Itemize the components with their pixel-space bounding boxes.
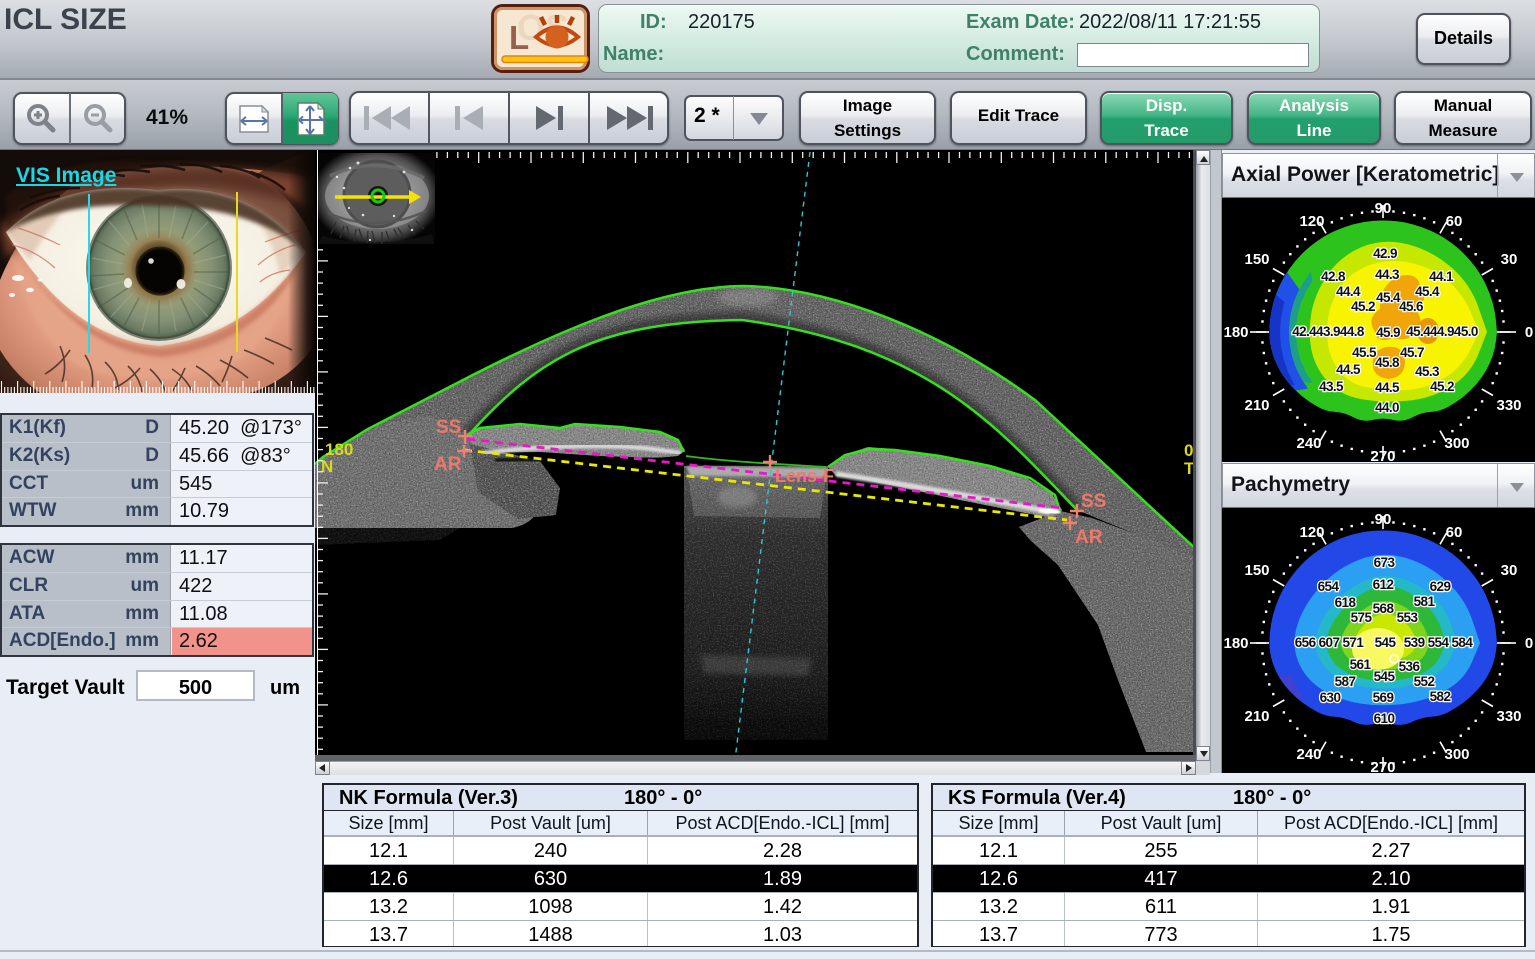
svg-text:180: 180 [1223,635,1248,652]
svg-text:45.8: 45.8 [1375,355,1400,370]
svg-text:569: 569 [1373,690,1394,705]
svg-text:45.9: 45.9 [1376,325,1400,340]
svg-text:618: 618 [1335,595,1357,610]
svg-text:568: 568 [1373,601,1395,616]
svg-text:545: 545 [1374,669,1396,684]
svg-text:30: 30 [1501,562,1518,579]
svg-text:582: 582 [1430,689,1451,704]
svg-text:44.5: 44.5 [1336,362,1361,377]
svg-text:630: 630 [1320,690,1341,705]
svg-text:90: 90 [1375,200,1392,217]
svg-text:44.5: 44.5 [1375,380,1400,395]
svg-text:561: 561 [1350,657,1372,672]
svg-text:587: 587 [1335,674,1356,689]
svg-text:120: 120 [1299,213,1324,230]
svg-text:45.4: 45.4 [1376,290,1401,305]
svg-text:612: 612 [1373,577,1394,592]
svg-text:0: 0 [1525,635,1533,652]
svg-text:42.8: 42.8 [1321,269,1346,284]
svg-text:44.0: 44.0 [1375,400,1399,415]
svg-text:90: 90 [1375,511,1392,528]
svg-text:210: 210 [1244,708,1269,725]
svg-text:0: 0 [1525,324,1533,341]
svg-text:330: 330 [1496,397,1521,414]
svg-text:553: 553 [1397,610,1419,625]
svg-text:30: 30 [1501,251,1518,268]
svg-text:44.1: 44.1 [1429,269,1454,284]
svg-text:60: 60 [1446,213,1463,230]
svg-text:120: 120 [1299,524,1324,541]
svg-text:654: 654 [1318,579,1340,594]
svg-text:60: 60 [1446,524,1463,541]
svg-text:240: 240 [1296,746,1321,763]
svg-text:150: 150 [1244,562,1269,579]
svg-text:270: 270 [1370,448,1395,462]
svg-text:45.444.945.0: 45.444.945.0 [1406,324,1478,339]
svg-text:610: 610 [1374,711,1395,726]
svg-text:536: 536 [1399,659,1421,674]
svg-text:240: 240 [1296,435,1321,452]
svg-text:44.4: 44.4 [1336,284,1361,299]
svg-text:45.2: 45.2 [1430,379,1454,394]
svg-text:656 607 571: 656 607 571 [1295,635,1365,650]
svg-text:270: 270 [1370,759,1395,773]
svg-text:45.4: 45.4 [1415,284,1440,299]
svg-text:300: 300 [1444,435,1469,452]
svg-text:L: L [509,19,529,56]
svg-text:43.5: 43.5 [1319,379,1344,394]
svg-text:45.3: 45.3 [1415,364,1440,379]
svg-text:545: 545 [1375,635,1397,650]
svg-text:42.9: 42.9 [1373,246,1397,261]
svg-text:673: 673 [1374,555,1396,570]
svg-text:44.3: 44.3 [1375,267,1400,282]
svg-text:45.6: 45.6 [1399,299,1424,314]
svg-text:45.5: 45.5 [1352,345,1377,360]
svg-text:45.2: 45.2 [1351,299,1375,314]
svg-text:629: 629 [1430,579,1451,594]
svg-text:581: 581 [1414,594,1436,609]
svg-text:180: 180 [1223,324,1248,341]
svg-text:45.7: 45.7 [1400,345,1424,360]
svg-text:552: 552 [1414,674,1435,689]
svg-text:42.443.944.8: 42.443.944.8 [1292,324,1365,339]
svg-text:300: 300 [1444,746,1469,763]
svg-text:210: 210 [1244,397,1269,414]
svg-text:330: 330 [1496,708,1521,725]
svg-text:575: 575 [1351,610,1373,625]
svg-text:539 554 584: 539 554 584 [1404,635,1474,650]
svg-text:150: 150 [1244,251,1269,268]
